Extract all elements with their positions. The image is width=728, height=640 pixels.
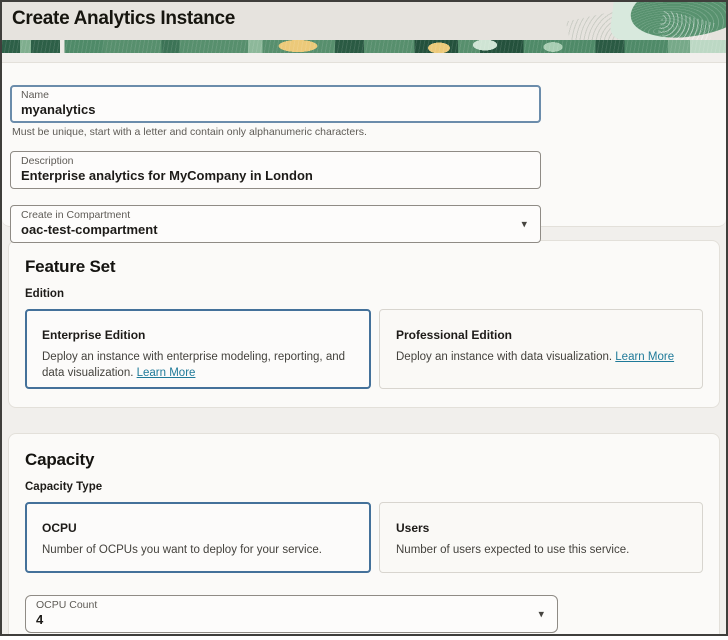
description-field-label: Description bbox=[21, 155, 530, 168]
description-field[interactable]: Description Enterprise analytics for MyC… bbox=[10, 151, 541, 189]
enterprise-learn-more-link[interactable]: Learn More bbox=[137, 367, 196, 379]
header: Create Analytics Instance bbox=[2, 2, 726, 40]
users-card[interactable]: Users Number of users expected to use th… bbox=[379, 502, 703, 573]
create-analytics-instance-window: Create Analytics Instance Name myanalyti… bbox=[0, 0, 728, 640]
description-field-value: Enterprise analytics for MyCompany in Lo… bbox=[21, 168, 530, 184]
window-frame: Create Analytics Instance Name myanalyti… bbox=[0, 0, 728, 636]
page-title: Create Analytics Instance bbox=[12, 8, 235, 30]
ocpu-card-description: Number of OCPUs you want to deploy for y… bbox=[42, 542, 354, 558]
enterprise-edition-description: Deploy an instance with enterprise model… bbox=[42, 349, 354, 381]
ocpu-card[interactable]: OCPU Number of OCPUs you want to deploy … bbox=[25, 502, 371, 573]
capacity-panel: Capacity Capacity Type OCPU Number of OC… bbox=[8, 433, 720, 636]
feature-set-panel: Feature Set Edition Enterprise Edition D… bbox=[8, 240, 720, 408]
professional-edition-description: Deploy an instance with data visualizati… bbox=[396, 349, 686, 365]
professional-edition-card[interactable]: Professional Edition Deploy an instance … bbox=[379, 309, 703, 389]
name-helper-text: Must be unique, start with a letter and … bbox=[12, 126, 718, 138]
ocpu-count-label: OCPU Count bbox=[36, 599, 547, 612]
feature-set-heading: Feature Set bbox=[25, 257, 703, 277]
professional-edition-title: Professional Edition bbox=[396, 328, 686, 342]
instance-details-panel: Name myanalytics Must be unique, start w… bbox=[2, 62, 726, 227]
name-field-value: myanalytics bbox=[21, 102, 530, 118]
capacity-card-row: OCPU Number of OCPUs you want to deploy … bbox=[25, 502, 703, 573]
compartment-select-value: oac-test-compartment bbox=[21, 222, 530, 238]
professional-learn-more-link[interactable]: Learn More bbox=[615, 351, 674, 363]
ocpu-count-value: 4 bbox=[36, 612, 547, 628]
users-card-description: Number of users expected to use this ser… bbox=[396, 542, 686, 558]
professional-edition-description-text: Deploy an instance with data visualizati… bbox=[396, 351, 612, 363]
users-card-title: Users bbox=[396, 521, 686, 535]
enterprise-edition-title: Enterprise Edition bbox=[42, 328, 354, 342]
ocpu-card-title: OCPU bbox=[42, 521, 354, 535]
ocpu-count-select[interactable]: OCPU Count 4 ▾ bbox=[25, 595, 558, 633]
enterprise-edition-card[interactable]: Enterprise Edition Deploy an instance wi… bbox=[25, 309, 371, 389]
capacity-type-group-label: Capacity Type bbox=[25, 481, 703, 493]
name-field-label: Name bbox=[21, 89, 530, 102]
edition-group-label: Edition bbox=[25, 288, 703, 300]
name-field[interactable]: Name myanalytics bbox=[10, 85, 541, 123]
compartment-select[interactable]: Create in Compartment oac-test-compartme… bbox=[10, 205, 541, 243]
banner-artwork bbox=[2, 40, 726, 53]
compartment-select-label: Create in Compartment bbox=[21, 209, 530, 222]
edition-card-row: Enterprise Edition Deploy an instance wi… bbox=[25, 309, 703, 389]
capacity-heading: Capacity bbox=[25, 450, 703, 470]
